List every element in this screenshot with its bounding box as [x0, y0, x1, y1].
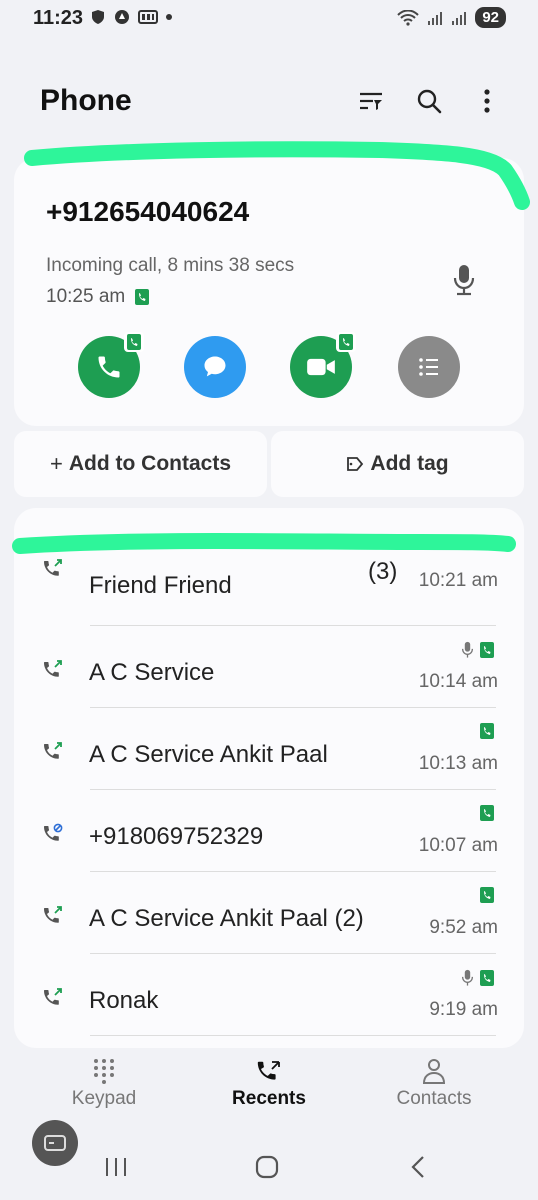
- tag-icon: [347, 457, 364, 471]
- microphone-icon: [461, 641, 474, 658]
- search-button[interactable]: [414, 86, 444, 116]
- contact-name: A C Service: [89, 659, 215, 686]
- call-time: 10:21 am: [418, 570, 498, 591]
- add-to-contacts-button[interactable]: + Add to Contacts: [14, 431, 267, 497]
- contact-name: A C Service Ankit Paal (2): [89, 905, 364, 932]
- bottom-navigation: Keypad Recents Contacts: [0, 1058, 538, 1122]
- call-description: Incoming call, 8 mins 38 secs: [46, 255, 295, 276]
- contact-name: A C Service Ankit Paal: [89, 741, 328, 768]
- caller-number: +912654040624: [46, 196, 250, 227]
- call-time: 9:19 am: [429, 999, 498, 1020]
- tab-contacts[interactable]: Contacts: [354, 1058, 514, 1110]
- plus-icon: +: [49, 451, 63, 476]
- outgoing-call-icon: [44, 742, 62, 759]
- wifi-icon: [397, 9, 420, 26]
- add-tag-label: Add tag: [370, 452, 449, 475]
- blocked-call-icon: [44, 823, 63, 841]
- back-icon[interactable]: [408, 1155, 428, 1179]
- page-title: Phone: [40, 84, 132, 117]
- call-time: 9:52 am: [429, 917, 498, 938]
- keypad-icon: [94, 1059, 114, 1084]
- recents-call-icon: [257, 1061, 280, 1080]
- dot-icon: [166, 14, 172, 20]
- add-to-contacts-label: Add to Contacts: [68, 452, 231, 475]
- call-time: 10:25 am: [46, 286, 126, 307]
- recent-apps-icon[interactable]: [104, 1156, 128, 1178]
- tab-keypad-label: Keypad: [71, 1088, 137, 1109]
- shield-icon: [92, 10, 104, 24]
- tab-recents[interactable]: Recents: [189, 1058, 349, 1110]
- more-options-button[interactable]: [472, 86, 502, 116]
- list-item[interactable]: +918069752329 10:07 am: [14, 791, 524, 873]
- outgoing-call-icon: [44, 660, 62, 677]
- message-icon: [204, 356, 226, 377]
- sim-phone-icon: [127, 334, 141, 350]
- recents-list[interactable]: Friend Friend (3) 10:21 am A C Service 1…: [14, 508, 524, 1048]
- signal-icon: [428, 11, 443, 25]
- call-button[interactable]: [78, 332, 144, 398]
- phone-icon: [98, 356, 120, 378]
- more-vert-icon: [484, 89, 490, 113]
- status-time: 11:23: [33, 7, 84, 29]
- sim-phone-icon: [480, 970, 494, 986]
- tab-recents-label: Recents: [232, 1088, 306, 1109]
- microphone-icon: [453, 265, 475, 296]
- contact-name: Ronak: [89, 987, 159, 1014]
- person-icon: [422, 1059, 446, 1084]
- battery-indicator: 92: [475, 7, 506, 28]
- call-count: (3): [368, 558, 398, 585]
- outgoing-call-icon: [44, 559, 62, 576]
- filter-icon: [360, 92, 382, 110]
- sim-phone-icon: [339, 334, 353, 350]
- call-details-button[interactable]: [398, 336, 460, 398]
- list-item[interactable]: A C Service 10:14 am: [14, 627, 524, 709]
- call-time: 10:07 am: [418, 835, 498, 856]
- list-icon: [419, 358, 438, 376]
- add-tag-button[interactable]: Add tag: [271, 431, 524, 497]
- list-item[interactable]: Friend Friend (3) 10:21 am: [14, 508, 524, 599]
- message-button[interactable]: [184, 336, 246, 398]
- drive-icon: [115, 10, 129, 24]
- sim-phone-icon: [480, 887, 494, 903]
- list-item[interactable]: A C Service Ankit Paal 10:13 am: [14, 709, 524, 791]
- contact-name: +918069752329: [89, 823, 264, 850]
- video-call-button[interactable]: [290, 332, 356, 398]
- outgoing-call-icon: [44, 906, 62, 923]
- list-item[interactable]: A C Service Ankit Paal (2) 9:52 am: [14, 873, 524, 955]
- outgoing-call-icon: [44, 988, 62, 1005]
- list-item[interactable]: Ronak 9:19 am: [14, 955, 524, 1037]
- home-icon[interactable]: [255, 1155, 279, 1179]
- microphone-icon: [461, 969, 474, 986]
- call-recording-button[interactable]: [452, 264, 476, 301]
- search-icon: [417, 89, 442, 114]
- sim-icon: [138, 10, 158, 24]
- contact-name: Friend Friend: [89, 572, 232, 599]
- sim-phone-icon: [480, 642, 494, 658]
- status-bar: 11:23 92: [0, 0, 538, 40]
- system-navigation-bar: [0, 1140, 538, 1190]
- sim-phone-icon: [480, 723, 494, 739]
- sim-phone-icon: [480, 805, 494, 821]
- call-detail-card: +912654040624 Incoming call, 8 mins 38 s…: [14, 158, 524, 426]
- tab-keypad[interactable]: Keypad: [24, 1058, 184, 1110]
- call-time: 10:13 am: [418, 753, 498, 774]
- tab-contacts-label: Contacts: [396, 1088, 472, 1109]
- sim-phone-icon: [135, 289, 150, 305]
- signal-icon: [452, 11, 467, 25]
- video-camera-icon: [307, 358, 335, 376]
- filter-button[interactable]: [356, 86, 386, 116]
- call-time: 10:14 am: [418, 671, 498, 692]
